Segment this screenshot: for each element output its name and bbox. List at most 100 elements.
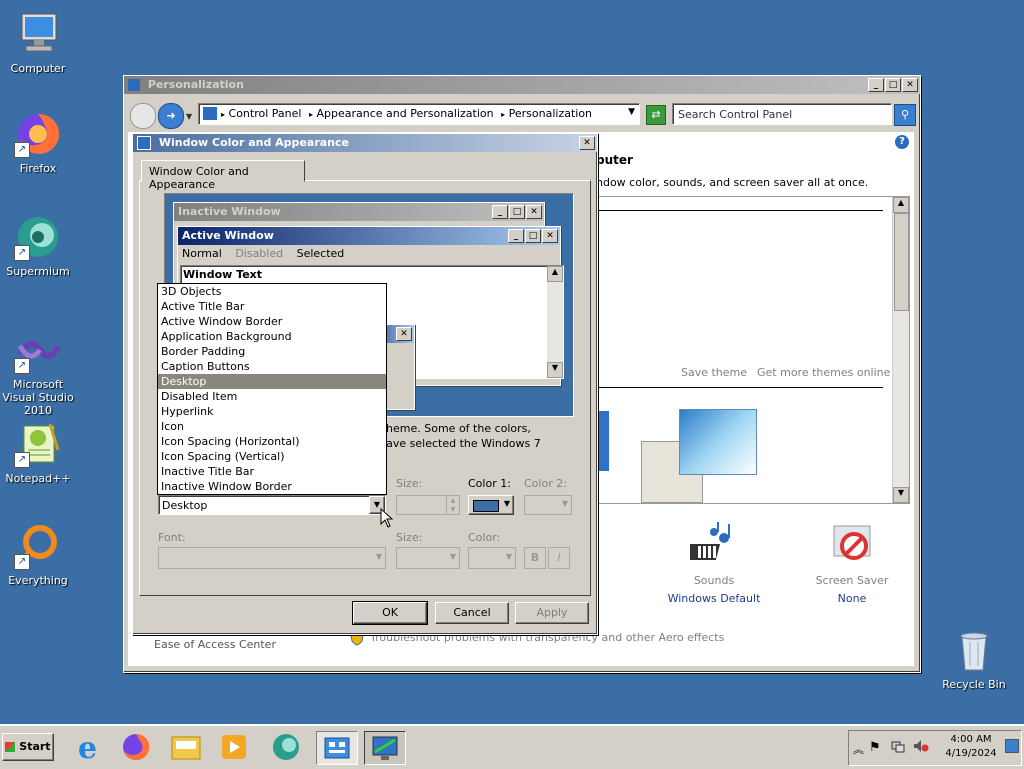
clock-time: 4:00 AM xyxy=(950,734,992,745)
minimize-button[interactable]: _ xyxy=(868,78,884,92)
sounds-icon xyxy=(683,522,738,570)
desktop-icon-visual-studio[interactable]: ↗ Microsoft Visual Studio 2010 xyxy=(0,326,76,417)
get-more-themes-link[interactable]: Get more themes online xyxy=(757,366,890,379)
personalization-title: Personalization xyxy=(147,78,244,91)
dropdown-option[interactable]: Active Title Bar xyxy=(158,299,386,314)
color2-button[interactable]: ▼ xyxy=(524,495,572,515)
sounds-value: Windows Default xyxy=(667,592,761,605)
taskbar-supermium[interactable] xyxy=(266,731,306,763)
font-select[interactable]: ▼ xyxy=(158,547,386,569)
screensaver-setting[interactable]: Screen Saver None xyxy=(792,522,912,605)
screensaver-value: None xyxy=(837,592,867,605)
dropdown-option[interactable]: Desktop xyxy=(158,374,386,389)
dialog-titlebar: Window Color and Appearance ✕ xyxy=(133,134,597,152)
desktop-icon-supermium[interactable]: ↗ Supermium xyxy=(0,213,76,278)
dropdown-option[interactable]: Icon Spacing (Horizontal) xyxy=(158,434,386,449)
dropdown-option[interactable]: Inactive Title Bar xyxy=(158,464,386,479)
taskbar-firefox[interactable] xyxy=(116,731,156,763)
tab-window-color[interactable]: Window Color and Appearance xyxy=(141,160,305,191)
search-icon[interactable]: ⚲ xyxy=(894,104,916,126)
close-button[interactable]: ✕ xyxy=(902,78,918,92)
desktop-icon-notepadpp[interactable]: ↗ Notepad++ xyxy=(0,420,76,485)
search-input[interactable]: Search Control Panel xyxy=(672,103,892,125)
themes-panel: Save theme Get more themes online ▲ ▼ xyxy=(596,196,910,504)
dropdown-option[interactable]: 3D Objects xyxy=(158,284,386,299)
dialog-close-button[interactable]: ✕ xyxy=(579,136,595,150)
breadcrumb-appearance[interactable]: Appearance and Personalization xyxy=(316,107,493,120)
clock[interactable]: 4:00 AM 4/19/2024 xyxy=(941,733,1001,761)
address-bar[interactable]: ▸ Control Panel ▸ Appearance and Persona… xyxy=(198,103,640,125)
dropdown-option[interactable]: Application Background xyxy=(158,329,386,344)
item-size-spinner[interactable]: ▲ ▼ xyxy=(396,495,460,515)
divider xyxy=(597,387,883,388)
item-dropdown-list[interactable]: 3D Objects Active Title Bar Active Window … xyxy=(157,283,387,495)
refresh-button[interactable]: ⇄ xyxy=(646,105,666,125)
breadcrumb-control-panel[interactable]: Control Panel xyxy=(229,107,302,120)
color2-label: Color 2: xyxy=(524,477,567,490)
bold-button[interactable]: B xyxy=(524,547,546,569)
taskbar-display-settings[interactable] xyxy=(364,731,406,765)
screensaver-icon xyxy=(828,522,876,570)
windows-logo-icon xyxy=(5,742,16,752)
theme-thumbnail-windows7[interactable] xyxy=(679,409,757,475)
address-dropdown-icon[interactable]: ▼ xyxy=(628,107,635,117)
show-hidden-icons-icon[interactable]: ︽ xyxy=(853,741,864,757)
scrollbar-thumb[interactable] xyxy=(894,213,909,311)
taskbar-media-player[interactable] xyxy=(214,731,254,763)
themes-scrollbar[interactable]: ▲ ▼ xyxy=(892,197,909,503)
visual-studio-icon: ↗ xyxy=(14,326,62,374)
network-icon[interactable] xyxy=(891,739,905,753)
dropdown-option[interactable]: Icon xyxy=(158,419,386,434)
show-desktop-icon[interactable] xyxy=(1005,739,1019,753)
start-button[interactable]: Start xyxy=(2,733,54,761)
desktop-icon-everything[interactable]: ↗ Everything xyxy=(0,522,76,587)
cancel-button[interactable]: Cancel xyxy=(435,602,509,624)
dropdown-option[interactable]: Disabled Item xyxy=(158,389,386,404)
font-color-button[interactable]: ▼ xyxy=(468,547,516,569)
action-center-flag-icon[interactable]: ⚑ xyxy=(869,740,881,755)
dropdown-option[interactable]: Inactive Window Border xyxy=(158,479,386,494)
tab-label: Window Color and Appearance xyxy=(149,165,249,191)
maximize-button[interactable]: □ xyxy=(885,78,901,92)
recycle-bin-icon xyxy=(950,626,998,674)
theme-thumbnail-partial[interactable] xyxy=(597,411,609,471)
ease-of-access-link[interactable]: Ease of Access Center xyxy=(154,638,276,651)
desktop-icon-recycle-bin[interactable]: Recycle Bin xyxy=(936,626,1012,691)
dropdown-option[interactable]: Caption Buttons xyxy=(158,359,386,374)
dropdown-option[interactable]: Icon Spacing (Vertical) xyxy=(158,449,386,464)
help-icon[interactable]: ? xyxy=(895,135,909,149)
taskbar-control-panel[interactable] xyxy=(316,731,358,765)
taskbar-internet-explorer[interactable]: e xyxy=(68,731,108,766)
dropdown-option[interactable]: Hyperlink xyxy=(158,404,386,419)
forward-button[interactable]: ➜ xyxy=(158,103,184,129)
item-select[interactable]: Desktop ▼ xyxy=(158,495,386,515)
computer-icon xyxy=(14,10,62,58)
recent-pages-dropdown[interactable]: ▼ xyxy=(186,112,194,121)
control-panel-small-icon xyxy=(203,107,217,120)
back-button[interactable] xyxy=(130,103,156,129)
breadcrumb-personalization[interactable]: Personalization xyxy=(509,107,592,120)
sounds-label: Sounds xyxy=(693,574,735,587)
divider xyxy=(597,210,883,211)
display-settings-icon xyxy=(372,736,398,760)
italic-button[interactable]: I xyxy=(548,547,570,569)
clock-date: 4/19/2024 xyxy=(945,748,997,759)
ok-button[interactable]: OK xyxy=(352,601,428,625)
dropdown-option[interactable]: Border Padding xyxy=(158,344,386,359)
desktop-icon-firefox[interactable]: ↗ Firefox xyxy=(0,110,76,175)
save-theme-link[interactable]: Save theme xyxy=(681,366,747,379)
address-row: ➜ ▼ ▸ Control Panel ▸ Appearance and Per… xyxy=(128,100,916,129)
firefox-icon xyxy=(123,733,150,760)
sounds-setting[interactable]: Sounds Windows Default xyxy=(654,522,774,605)
svg-text:e: e xyxy=(78,731,97,763)
item-select-value: Desktop xyxy=(162,499,208,512)
preview-inactive-titlebar: Inactive Window _ □ ✕ xyxy=(174,203,544,221)
apply-button[interactable]: Apply xyxy=(515,602,589,624)
dropdown-option[interactable]: Active Window Border xyxy=(158,314,386,329)
info-text: s 7 theme. Some of the colors, ou have s… xyxy=(362,422,541,450)
desktop-icon-computer[interactable]: Computer xyxy=(0,10,76,75)
font-size-select[interactable]: ▼ xyxy=(396,547,460,569)
color1-button[interactable]: ▼ xyxy=(468,495,514,515)
volume-muted-icon[interactable] xyxy=(913,739,929,753)
taskbar-explorer[interactable] xyxy=(166,731,206,763)
